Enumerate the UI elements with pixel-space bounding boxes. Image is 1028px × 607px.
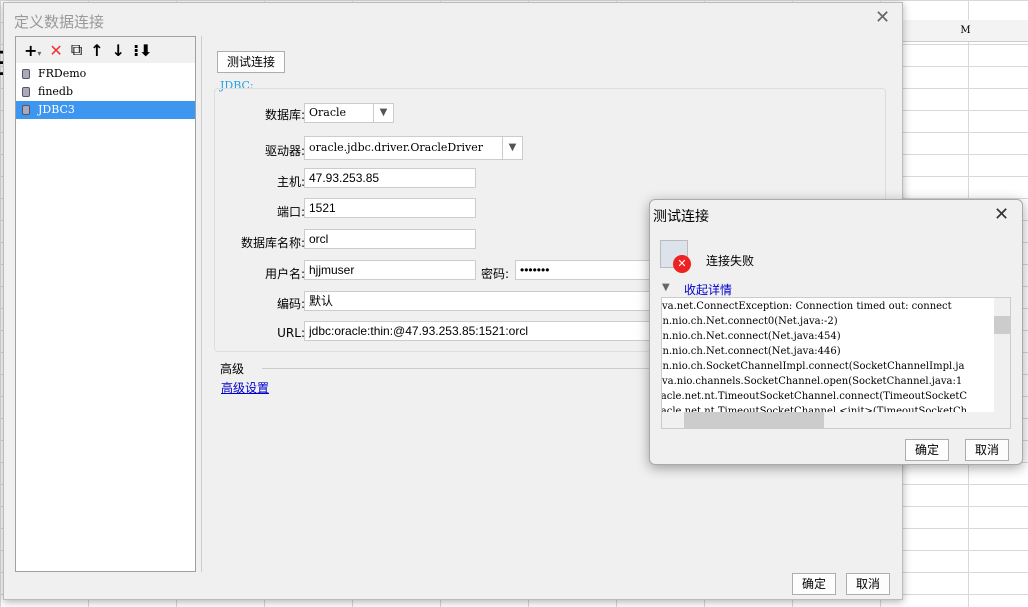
collapse-details-toggle[interactable]: 收起详情 xyxy=(684,281,732,298)
port-label: 端口: xyxy=(276,205,305,219)
log-line: un.nio.ch.SocketChannelImpl.connect(Sock… xyxy=(661,361,965,372)
close-icon[interactable]: ✕ xyxy=(994,204,1009,225)
user-label: 用户名: xyxy=(264,267,305,281)
failure-message: 连接失败 xyxy=(706,254,755,268)
database-select[interactable]: Oracle ▼ xyxy=(304,103,394,123)
test-ok-button[interactable]: 确定 xyxy=(905,439,949,461)
url-label: URL: xyxy=(277,326,305,340)
add-icon[interactable]: +▾ xyxy=(24,41,41,60)
error-icon: ✕ xyxy=(660,240,691,273)
vertical-scrollbar[interactable] xyxy=(994,298,1010,414)
ok-button[interactable]: 确定 xyxy=(792,573,836,595)
connection-item-frdemo[interactable]: FRDemo xyxy=(16,65,195,83)
connection-label: FRDemo xyxy=(38,67,87,80)
test-connection-button[interactable]: 测试连接 xyxy=(217,51,285,73)
test-connection-dialog: 测试连接 ✕ ✕ 连接失败 ▼ 收起详情 ava.net.ConnectExce… xyxy=(649,199,1023,465)
connection-label: finedb xyxy=(38,85,74,98)
log-line: un.nio.ch.Net.connect0(Net.java:-2) xyxy=(661,316,838,327)
dbname-input[interactable] xyxy=(304,229,476,249)
connection-list-panel: +▾ ✕ ⧉ ↑ ↓ ⁝⬇ FRDemo finedb JDBC3 xyxy=(15,36,196,572)
sort-icon[interactable]: ⁝⬇ xyxy=(133,41,152,60)
test-dialog-title: 测试连接 xyxy=(653,209,709,225)
connection-item-finedb[interactable]: finedb xyxy=(16,83,195,101)
database-icon xyxy=(22,69,30,79)
host-input[interactable] xyxy=(304,168,476,188)
error-log[interactable]: ava.net.ConnectException: Connection tim… xyxy=(661,297,1011,429)
host-label: 主机: xyxy=(276,175,305,189)
log-line: racle.net.nt.TimeoutSocketChannel.connec… xyxy=(661,391,968,402)
log-line: un.nio.ch.Net.connect(Net.java:454) xyxy=(661,331,841,342)
connection-toolbar: +▾ ✕ ⧉ ↑ ↓ ⁝⬇ xyxy=(16,37,195,63)
log-line: ava.nio.channels.SocketChannel.open(Sock… xyxy=(661,376,963,387)
close-icon[interactable]: ✕ xyxy=(875,7,890,28)
dbname-label: 数据库名称: xyxy=(240,236,305,250)
dialog-title: 定义数据连接 xyxy=(14,13,105,31)
database-label: 数据库: xyxy=(264,108,305,122)
log-line: ava.net.ConnectException: Connection tim… xyxy=(661,301,952,312)
driver-value: oracle.jdbc.driver.OracleDriver xyxy=(309,141,483,154)
driver-label: 驱动器: xyxy=(264,144,305,158)
chevron-down-icon: ▼ xyxy=(373,104,393,122)
cancel-button[interactable]: 取消 xyxy=(846,573,890,595)
chevron-down-icon: ▼ xyxy=(502,137,522,159)
copy-icon[interactable]: ⧉ xyxy=(71,40,82,60)
connection-item-jdbc3[interactable]: JDBC3 xyxy=(16,101,195,119)
log-line: un.nio.ch.Net.connect(Net.java:446) xyxy=(661,346,841,357)
driver-select[interactable]: oracle.jdbc.driver.OracleDriver ▼ xyxy=(304,136,523,160)
connection-label: JDBC3 xyxy=(38,103,75,116)
move-down-icon[interactable]: ↓ xyxy=(112,41,125,60)
test-cancel-button[interactable]: 取消 xyxy=(965,439,1009,461)
database-value: Oracle xyxy=(309,106,347,119)
port-input[interactable] xyxy=(304,198,476,218)
column-header-m[interactable]: M xyxy=(903,20,1028,42)
database-icon xyxy=(22,87,30,97)
advanced-settings-link[interactable]: 高级设置 xyxy=(221,379,269,396)
encoding-label: 编码: xyxy=(276,297,305,311)
username-input[interactable] xyxy=(304,260,476,280)
move-up-icon[interactable]: ↑ xyxy=(90,41,103,60)
horizontal-scrollbar[interactable] xyxy=(662,412,1010,428)
collapse-triangle-icon[interactable]: ▼ xyxy=(662,282,670,293)
password-label: 密码: xyxy=(481,267,510,281)
delete-icon[interactable]: ✕ xyxy=(49,41,62,60)
advanced-label: 高级 xyxy=(220,362,245,376)
database-icon xyxy=(22,105,30,115)
